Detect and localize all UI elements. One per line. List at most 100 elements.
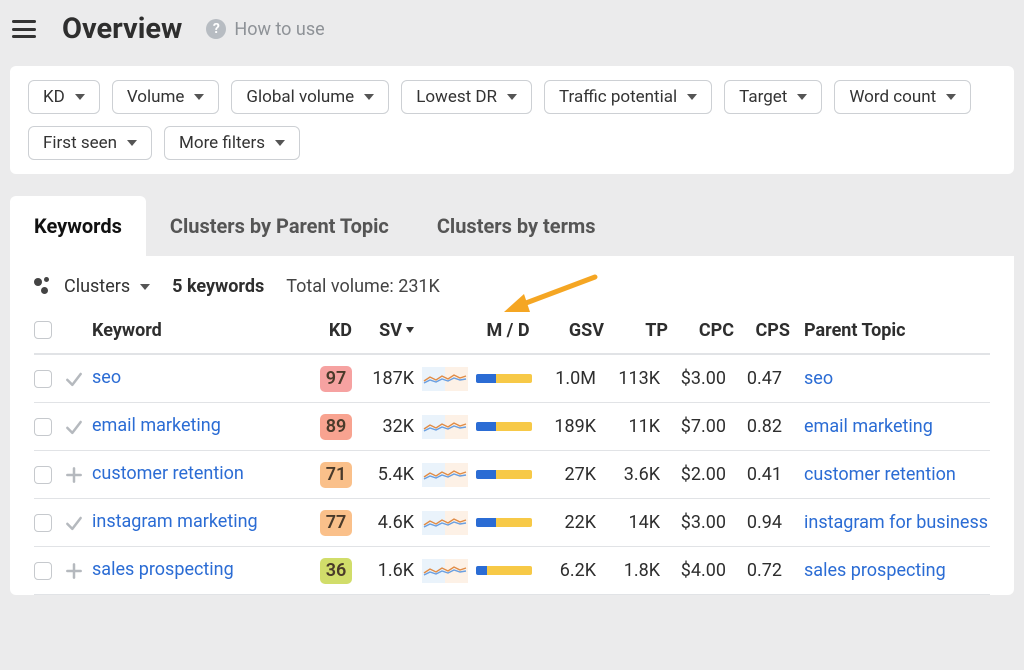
- page-title: Overview: [62, 12, 182, 46]
- filter-more-filters[interactable]: More filters: [164, 126, 300, 160]
- cps-value: 0.47: [734, 368, 790, 389]
- sort-desc-icon: [406, 327, 414, 333]
- chevron-down-icon: [194, 94, 204, 100]
- filter-global-volume[interactable]: Global volume: [231, 80, 389, 114]
- cps-value: 0.41: [734, 464, 790, 485]
- filter-label: Volume: [127, 87, 185, 107]
- row-checkbox[interactable]: [34, 418, 52, 436]
- col-kd[interactable]: KD: [302, 320, 352, 341]
- filter-word-count[interactable]: Word count: [834, 80, 971, 114]
- keyword-count: 5 keywords: [172, 276, 264, 297]
- check-icon[interactable]: [64, 369, 92, 389]
- trend-sparkline: [422, 463, 468, 487]
- md-bar: [476, 470, 540, 479]
- tp-value: 113K: [604, 368, 668, 389]
- col-parent[interactable]: Parent Topic: [790, 320, 990, 341]
- parent-topic-link[interactable]: seo: [804, 368, 833, 389]
- filter-target[interactable]: Target: [724, 80, 822, 114]
- sv-value: 32K: [352, 416, 422, 437]
- row-checkbox[interactable]: [34, 370, 52, 388]
- filter-label: Word count: [849, 87, 936, 107]
- chevron-down-icon: [797, 94, 807, 100]
- chevron-down-icon: [687, 94, 697, 100]
- gsv-value: 6.2K: [540, 560, 604, 581]
- check-icon[interactable]: [64, 513, 92, 533]
- parent-topic-link[interactable]: instagram for business: [804, 512, 988, 533]
- parent-topic-link[interactable]: sales prospecting: [804, 560, 946, 581]
- table-row: email marketing 89 32K 189K 11K $7.00 0.…: [34, 403, 990, 451]
- filter-traffic-potential[interactable]: Traffic potential: [544, 80, 712, 114]
- kd-badge: 97: [320, 366, 352, 392]
- cps-value: 0.72: [734, 560, 790, 581]
- help-icon: ?: [206, 19, 226, 39]
- cps-value: 0.94: [734, 512, 790, 533]
- clusters-label: Clusters: [64, 276, 130, 297]
- md-bar: [476, 566, 540, 575]
- tp-value: 11K: [604, 416, 668, 437]
- col-md[interactable]: M / D: [476, 320, 540, 341]
- menu-icon[interactable]: [12, 20, 36, 38]
- filter-label: Lowest DR: [416, 87, 497, 107]
- trend-sparkline: [422, 367, 468, 391]
- plus-icon[interactable]: [64, 465, 92, 485]
- kd-badge: 36: [320, 558, 352, 584]
- table-header-row: Keyword KD SV M / D GSV TP CPC CPS Paren…: [34, 307, 990, 355]
- sv-value: 5.4K: [352, 464, 422, 485]
- chevron-down-icon: [75, 94, 85, 100]
- keyword-link[interactable]: sales prospecting: [92, 559, 234, 580]
- sv-value: 4.6K: [352, 512, 422, 533]
- filter-label: KD: [43, 87, 65, 107]
- parent-topic-link[interactable]: email marketing: [804, 416, 933, 437]
- md-bar: [476, 518, 540, 527]
- cpc-value: $3.00: [668, 368, 734, 389]
- tab-clusters-by-parent-topic[interactable]: Clusters by Parent Topic: [146, 196, 413, 256]
- col-keyword[interactable]: Keyword: [92, 320, 302, 341]
- cpc-value: $3.00: [668, 512, 734, 533]
- chevron-down-icon: [364, 94, 374, 100]
- plus-icon[interactable]: [64, 561, 92, 581]
- table-row: sales prospecting 36 1.6K 6.2K 1.8K $4.0…: [34, 547, 990, 595]
- md-bar: [476, 374, 540, 383]
- col-cpc[interactable]: CPC: [668, 320, 734, 341]
- filter-first-seen[interactable]: First seen: [28, 126, 152, 160]
- cpc-value: $4.00: [668, 560, 734, 581]
- total-volume: Total volume: 231K: [286, 276, 440, 297]
- row-checkbox[interactable]: [34, 466, 52, 484]
- select-all-checkbox[interactable]: [34, 321, 52, 339]
- table-row: instagram marketing 77 4.6K 22K 14K $3.0…: [34, 499, 990, 547]
- md-bar: [476, 422, 540, 431]
- filter-label: Traffic potential: [559, 87, 677, 107]
- col-cps[interactable]: CPS: [734, 320, 790, 341]
- keyword-link[interactable]: seo: [92, 367, 121, 388]
- keyword-link[interactable]: email marketing: [92, 415, 221, 436]
- chevron-down-icon: [946, 94, 956, 100]
- keyword-link[interactable]: instagram marketing: [92, 511, 258, 532]
- tab-clusters-by-terms[interactable]: Clusters by terms: [413, 196, 620, 256]
- kd-badge: 77: [320, 510, 352, 536]
- filter-label: Global volume: [246, 87, 354, 107]
- sv-value: 187K: [352, 368, 422, 389]
- filter-kd[interactable]: KD: [28, 80, 100, 114]
- filter-volume[interactable]: Volume: [112, 80, 220, 114]
- col-sv[interactable]: SV: [352, 320, 422, 341]
- clusters-toggle[interactable]: Clusters: [34, 276, 150, 297]
- row-checkbox[interactable]: [34, 562, 52, 580]
- sv-value: 1.6K: [352, 560, 422, 581]
- row-checkbox[interactable]: [34, 514, 52, 532]
- parent-topic-link[interactable]: customer retention: [804, 464, 956, 485]
- cps-value: 0.82: [734, 416, 790, 437]
- col-gsv[interactable]: GSV: [540, 320, 604, 341]
- chevron-down-icon: [140, 284, 150, 290]
- filter-bar: KD Volume Global volume Lowest DR Traffic po…: [10, 66, 1014, 174]
- keyword-link[interactable]: customer retention: [92, 463, 244, 484]
- tp-value: 3.6K: [604, 464, 668, 485]
- how-to-use-link[interactable]: ? How to use: [206, 19, 324, 40]
- cluster-icon: [34, 277, 54, 297]
- gsv-value: 1.0M: [540, 368, 604, 389]
- cpc-value: $2.00: [668, 464, 734, 485]
- filter-lowest-dr[interactable]: Lowest DR: [401, 80, 532, 114]
- col-tp[interactable]: TP: [604, 320, 668, 341]
- check-icon[interactable]: [64, 417, 92, 437]
- tab-keywords[interactable]: Keywords: [10, 196, 146, 256]
- trend-sparkline: [422, 415, 468, 439]
